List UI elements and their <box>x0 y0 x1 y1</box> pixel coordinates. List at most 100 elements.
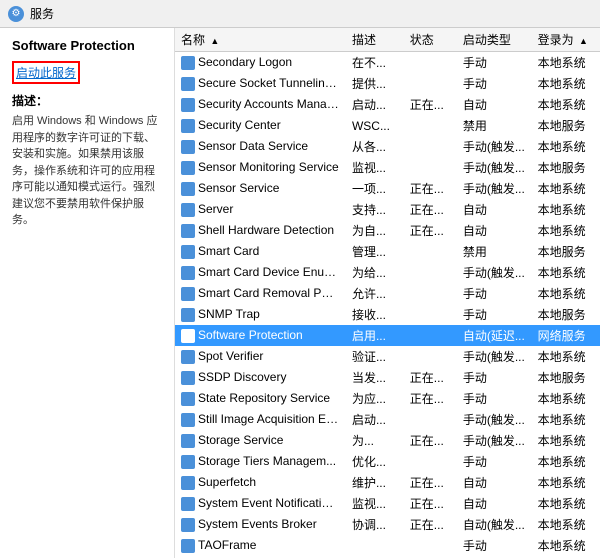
table-row[interactable]: System Events Broker协调...正在...自动(触发...本地… <box>175 514 600 535</box>
service-desc-cell: 为给... <box>346 262 404 283</box>
table-row[interactable]: Sensor Monitoring Service监视...手动(触发...本地… <box>175 157 600 178</box>
service-status-cell <box>404 262 457 283</box>
table-row[interactable]: Shell Hardware Detection为自...正在...自动本地系统 <box>175 220 600 241</box>
window-icon: ⚙ <box>8 6 24 22</box>
service-icon <box>181 518 195 532</box>
service-desc-cell: 管理... <box>346 241 404 262</box>
service-login-cell: 本地系统 <box>532 52 600 74</box>
service-login-cell: 本地系统 <box>532 409 600 430</box>
table-row[interactable]: Secure Socket Tunneling ...提供...手动本地系统 <box>175 73 600 94</box>
main-content: Software Protection 启动此服务 描述： 启用 Windows… <box>0 28 600 558</box>
table-row[interactable]: Sensor Service一项...正在...手动(触发...本地系统 <box>175 178 600 199</box>
service-start-cell: 手动(触发... <box>457 262 532 283</box>
service-desc-cell: 接收... <box>346 304 404 325</box>
table-row[interactable]: Server支持...正在...自动本地系统 <box>175 199 600 220</box>
table-row[interactable]: TAOFrame手动本地系统 <box>175 535 600 556</box>
service-name-cell: State Repository Service <box>175 388 346 409</box>
service-status-cell <box>404 73 457 94</box>
service-name-cell: Spot Verifier <box>175 346 346 367</box>
table-row[interactable]: SNMP Trap接收...手动本地服务 <box>175 304 600 325</box>
table-row[interactable]: Smart Card Device Enum...为给...手动(触发...本地… <box>175 262 600 283</box>
service-login-cell: 本地系统 <box>532 283 600 304</box>
service-login-cell: 本地系统 <box>532 388 600 409</box>
table-row[interactable]: Smart Card管理...禁用本地服务 <box>175 241 600 262</box>
service-status-cell: 正在... <box>404 388 457 409</box>
table-row[interactable]: Spot Verifier验证...手动(触发...本地系统 <box>175 346 600 367</box>
service-desc-cell: 在不... <box>346 52 404 74</box>
services-list-panel[interactable]: 名称 ▲ 描述 状态 启动类型 登录为 <box>175 28 600 558</box>
service-login-cell: 本地服务 <box>532 115 600 136</box>
service-name-cell: Storage Service <box>175 430 346 451</box>
service-desc-cell: 启用... <box>346 325 404 346</box>
service-name-cell: Smart Card Removal Poli... <box>175 283 346 304</box>
service-name-cell: Security Center <box>175 115 346 136</box>
service-start-cell: 手动(触发... <box>457 346 532 367</box>
table-row[interactable]: Still Image Acquisition Ev...启动...手动(触发.… <box>175 409 600 430</box>
table-row[interactable]: Storage Tiers Managem...优化...手动本地系统 <box>175 451 600 472</box>
window-title: 服务 <box>30 5 54 22</box>
service-start-cell: 手动 <box>457 73 532 94</box>
service-status-cell <box>404 136 457 157</box>
col-header-login[interactable]: 登录为 ▲ <box>532 28 600 52</box>
table-row[interactable]: Software Protection启用...自动(延迟...网络服务 <box>175 325 600 346</box>
service-desc-cell: 验证... <box>346 346 404 367</box>
table-row[interactable]: Security Accounts Manag...启动...正在...自动本地… <box>175 94 600 115</box>
service-login-cell: 本地服务 <box>532 304 600 325</box>
start-service-link[interactable]: 启动此服务 <box>12 61 80 84</box>
service-desc-cell: WSC... <box>346 115 404 136</box>
service-start-cell: 手动(触发... <box>457 178 532 199</box>
service-status-cell: 正在... <box>404 493 457 514</box>
service-status-cell <box>404 283 457 304</box>
col-header-status[interactable]: 状态 <box>404 28 457 52</box>
service-icon <box>181 392 195 406</box>
table-row[interactable]: Storage Service为...正在...手动(触发...本地系统 <box>175 430 600 451</box>
table-row[interactable]: Superfetch维护...正在...自动本地系统 <box>175 472 600 493</box>
service-status-cell <box>404 535 457 556</box>
service-name-cell: System Event Notification... <box>175 493 346 514</box>
service-login-cell: 本地服务 <box>532 157 600 178</box>
service-desc-cell: 维护... <box>346 472 404 493</box>
table-row[interactable]: Secondary Logon在不... 手动本地系统 <box>175 52 600 74</box>
service-name-cell: Secondary Logon <box>175 52 346 74</box>
service-desc-cell: 为应... <box>346 388 404 409</box>
col-header-desc[interactable]: 描述 <box>346 28 404 52</box>
service-login-cell: 本地系统 <box>532 220 600 241</box>
service-start-cell: 自动 <box>457 199 532 220</box>
service-icon <box>181 287 195 301</box>
service-desc-cell: 协调... <box>346 514 404 535</box>
service-start-cell: 手动(触发... <box>457 157 532 178</box>
service-start-cell: 手动 <box>457 283 532 304</box>
service-icon <box>181 98 195 112</box>
service-start-cell: 禁用 <box>457 241 532 262</box>
service-login-cell: 本地系统 <box>532 262 600 283</box>
service-desc-cell: 为自... <box>346 220 404 241</box>
service-status-cell: 正在... <box>404 472 457 493</box>
service-desc-cell: 启动... <box>346 409 404 430</box>
table-row[interactable]: SSDP Discovery当发...正在...手动本地服务 <box>175 367 600 388</box>
col-header-start[interactable]: 启动类型 <box>457 28 532 52</box>
service-status-cell: 正在... <box>404 367 457 388</box>
service-status-cell: 正在... <box>404 199 457 220</box>
service-status-cell: 正在... <box>404 94 457 115</box>
service-login-cell: 本地系统 <box>532 73 600 94</box>
service-status-cell <box>404 115 457 136</box>
table-row[interactable]: Sensor Data Service从各...手动(触发...本地系统 <box>175 136 600 157</box>
service-icon <box>181 308 195 322</box>
service-login-cell: 本地系统 <box>532 136 600 157</box>
service-status-cell <box>404 325 457 346</box>
table-row[interactable]: Smart Card Removal Poli...允许...手动本地系统 <box>175 283 600 304</box>
service-status-cell <box>404 52 457 74</box>
desc-label: 描述： <box>12 92 162 109</box>
service-icon <box>181 371 195 385</box>
table-row[interactable]: State Repository Service为应...正在...手动本地系统 <box>175 388 600 409</box>
service-start-cell: 手动 <box>457 52 532 74</box>
service-status-cell: 正在... <box>404 514 457 535</box>
service-name-cell: Shell Hardware Detection <box>175 220 346 241</box>
table-row[interactable]: System Event Notification...监视...正在...自动… <box>175 493 600 514</box>
service-name-cell: Storage Tiers Managem... <box>175 451 346 472</box>
table-row[interactable]: Security CenterWSC...禁用本地服务 <box>175 115 600 136</box>
service-login-cell: 本地系统 <box>532 94 600 115</box>
col-header-name[interactable]: 名称 ▲ <box>175 28 346 52</box>
sort-arrow-name: ▲ <box>210 36 219 46</box>
services-window: ⚙ 服务 Software Protection 启动此服务 描述： 启用 Wi… <box>0 0 600 558</box>
